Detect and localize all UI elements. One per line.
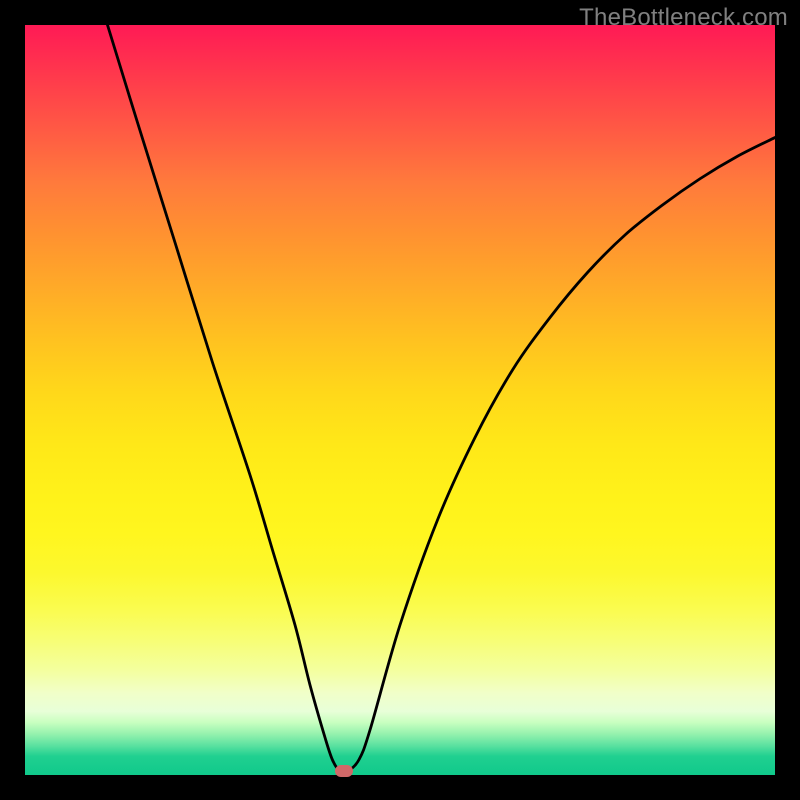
watermark-text: TheBottleneck.com — [579, 4, 788, 32]
optimal-marker — [335, 765, 353, 777]
curve-svg — [25, 25, 775, 775]
chart-container: TheBottleneck.com — [0, 0, 800, 800]
bottleneck-curve — [108, 25, 776, 773]
plot-area — [25, 25, 775, 775]
